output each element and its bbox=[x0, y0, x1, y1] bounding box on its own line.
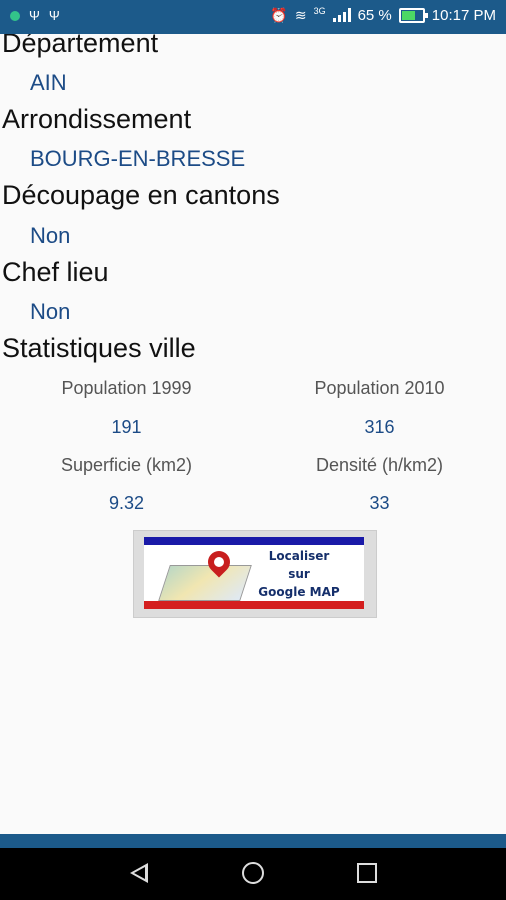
densite-label: Densité (h/km2) bbox=[315, 455, 444, 475]
battery-icon bbox=[398, 7, 428, 23]
map-button-line1: Localiser bbox=[268, 549, 330, 563]
system-navigation-bar bbox=[0, 848, 506, 900]
population-1999-label: Population 1999 bbox=[61, 378, 192, 398]
departement-value: AIN bbox=[30, 70, 67, 95]
alarm-icon: ⏰ bbox=[270, 7, 288, 23]
map-icon bbox=[158, 565, 252, 601]
map-button-line2: sur bbox=[288, 567, 310, 581]
home-icon[interactable] bbox=[242, 862, 264, 884]
densite-value: 33 bbox=[369, 493, 390, 513]
flag-blue-band bbox=[144, 537, 364, 545]
flag-red-band bbox=[144, 601, 364, 609]
battery-percent: 65 % bbox=[357, 6, 392, 24]
population-2010-value: 316 bbox=[364, 417, 395, 437]
network-type-label: 3G bbox=[313, 6, 326, 16]
back-icon[interactable] bbox=[130, 863, 148, 883]
arrondissement-heading: Arrondissement bbox=[2, 104, 192, 134]
map-button-banner: Localiser sur Google MAP bbox=[144, 537, 364, 609]
usb-icon: Ψ bbox=[48, 8, 60, 23]
signal-icon bbox=[332, 8, 351, 22]
superficie-value: 9.32 bbox=[108, 493, 145, 513]
chef-lieu-heading: Chef lieu bbox=[2, 257, 109, 287]
bottom-accent-bar bbox=[0, 834, 506, 848]
clock: 10:17 PM bbox=[431, 6, 496, 24]
superficie-label: Superficie (km2) bbox=[60, 455, 193, 475]
cantons-heading: Découpage en cantons bbox=[2, 180, 280, 210]
map-button-line3: Google MAP bbox=[258, 585, 340, 599]
map-button-text: Localiser sur Google MAP bbox=[244, 547, 354, 601]
localiser-google-map-button[interactable]: Localiser sur Google MAP bbox=[133, 530, 377, 618]
status-bar: Ψ Ψ ⏰ ≋ 3G 65 % 10:17 PM bbox=[0, 0, 506, 34]
stats-heading: Statistiques ville bbox=[2, 333, 196, 363]
usb-icon: Ψ bbox=[29, 8, 40, 23]
population-2010-label: Population 2010 bbox=[314, 378, 445, 398]
chef-lieu-value: Non bbox=[30, 299, 71, 324]
recent-apps-icon[interactable] bbox=[357, 863, 377, 883]
arrondissement-value: BOURG-EN-BRESSE bbox=[30, 146, 246, 171]
population-1999-value: 191 bbox=[111, 417, 142, 437]
wifi-icon: ≋ bbox=[294, 7, 307, 23]
cantons-value: Non bbox=[30, 223, 71, 248]
notification-dot-icon bbox=[10, 11, 20, 21]
city-details-view: Département AIN Arrondissement BOURG-EN-… bbox=[0, 34, 506, 834]
departement-heading: Département bbox=[2, 34, 159, 58]
